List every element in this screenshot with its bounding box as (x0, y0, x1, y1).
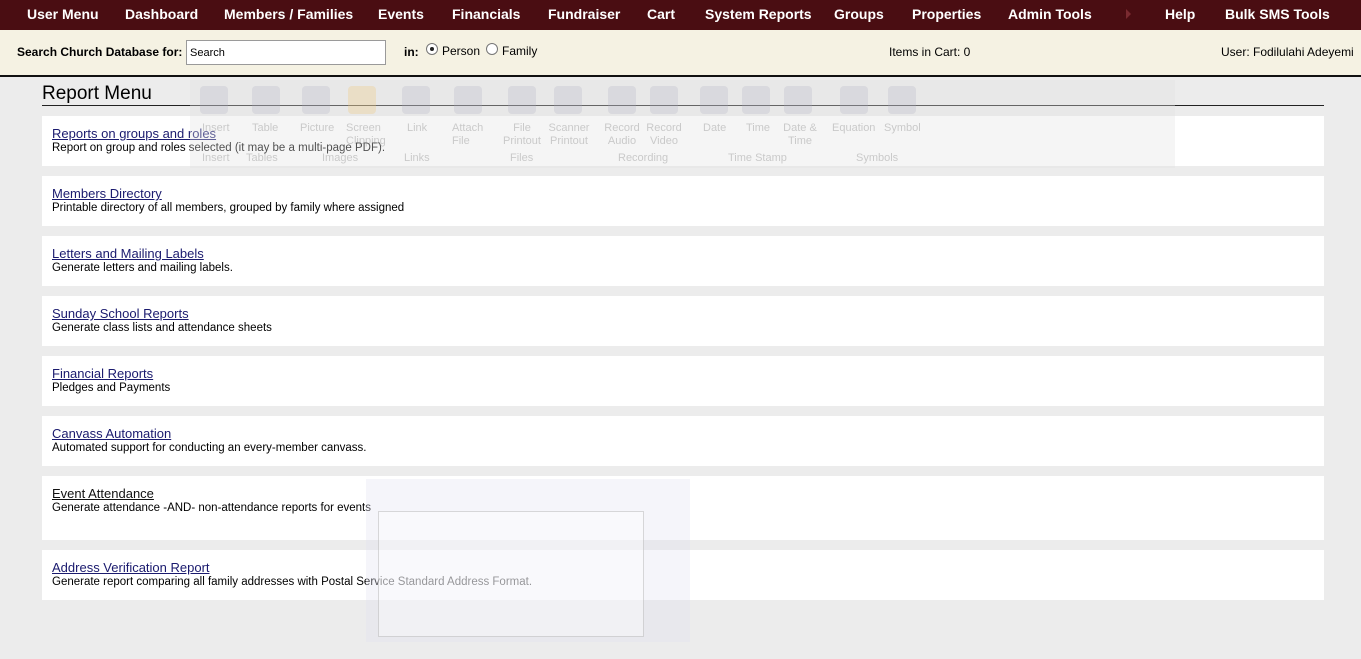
report-item: Address Verification Report Generate rep… (42, 550, 1324, 600)
search-in-label: in: (404, 45, 419, 59)
nav-help[interactable]: Help (1165, 6, 1195, 22)
report-desc: Automated support for conducting an ever… (52, 442, 367, 454)
report-desc: Pledges and Payments (52, 382, 171, 394)
radio-person-label: Person (442, 44, 481, 58)
top-nav: User Menu Dashboard Members / Families E… (0, 0, 1361, 30)
nav-admin-tools[interactable]: Admin Tools (1008, 6, 1092, 22)
nav-user-menu[interactable]: User Menu (27, 6, 99, 22)
report-desc: Generate class lists and attendance shee… (52, 322, 272, 334)
report-link-canvass[interactable]: Canvass Automation (52, 426, 1314, 441)
search-bar: Search Church Database for: in: Person F… (0, 30, 1361, 77)
report-desc: Printable directory of all members, grou… (52, 202, 405, 214)
nav-properties[interactable]: Properties (912, 6, 981, 22)
report-link-address-verification[interactable]: Address Verification Report (52, 560, 1314, 575)
nav-system-reports[interactable]: System Reports (705, 6, 812, 22)
report-link-sunday-school[interactable]: Sunday School Reports (52, 306, 1314, 321)
radio-person[interactable] (426, 43, 438, 55)
search-input[interactable] (186, 40, 386, 65)
radio-family[interactable] (486, 43, 498, 55)
report-item: Members Directory Printable directory of… (42, 176, 1324, 226)
current-user: User: Fodilulahi Adeyemi (1221, 45, 1354, 59)
radio-family-label: Family (502, 44, 538, 58)
nav-members-families[interactable]: Members / Families (224, 6, 353, 22)
report-desc: Report on group and roles selected (it m… (52, 142, 386, 154)
nav-events[interactable]: Events (378, 6, 424, 22)
report-link-members-directory[interactable]: Members Directory (52, 186, 1314, 201)
report-link-event-attendance[interactable]: Event Attendance (52, 486, 1314, 501)
main-content: Report Menu Reports on groups and roles … (42, 79, 1324, 600)
nav-bulk-sms-tools[interactable]: Bulk SMS Tools (1225, 6, 1330, 22)
nav-groups[interactable]: Groups (834, 6, 884, 22)
report-item: Event Attendance Generate attendance -AN… (42, 476, 1324, 540)
report-desc: Generate letters and mailing labels. (52, 262, 233, 274)
nav-arrow-icon (1126, 9, 1131, 19)
report-item: Reports on groups and roles Report on gr… (42, 116, 1324, 166)
report-item: Financial Reports Pledges and Payments (42, 356, 1324, 406)
report-item: Letters and Mailing Labels Generate lett… (42, 236, 1324, 286)
cart-count: Items in Cart: 0 (889, 45, 971, 59)
report-desc: Generate report comparing all family add… (52, 576, 533, 588)
report-desc: Generate attendance -AND- non-attendance… (52, 502, 371, 514)
nav-dashboard[interactable]: Dashboard (125, 6, 198, 22)
page-title: Report Menu (42, 79, 1324, 106)
report-link-groups-roles[interactable]: Reports on groups and roles (52, 126, 1314, 141)
search-label: Search Church Database for: (17, 45, 183, 59)
report-item: Canvass Automation Automated support for… (42, 416, 1324, 466)
report-link-financial[interactable]: Financial Reports (52, 366, 1314, 381)
nav-cart[interactable]: Cart (647, 6, 675, 22)
report-link-letters-labels[interactable]: Letters and Mailing Labels (52, 246, 1314, 261)
report-item: Sunday School Reports Generate class lis… (42, 296, 1324, 346)
nav-fundraiser[interactable]: Fundraiser (548, 6, 620, 22)
nav-financials[interactable]: Financials (452, 6, 520, 22)
